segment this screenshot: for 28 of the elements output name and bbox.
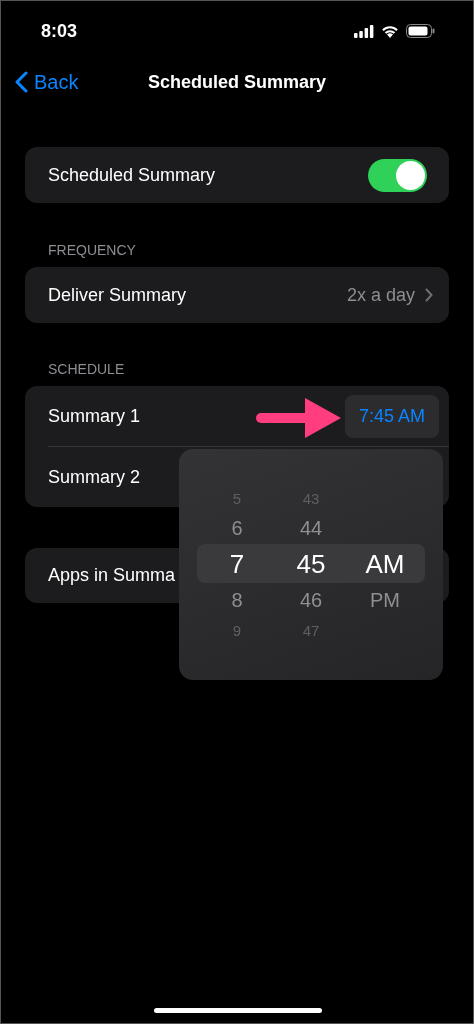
picker-value[interactable]: AM <box>348 543 422 585</box>
deliver-summary-row[interactable]: Deliver Summary 2x a day <box>25 267 449 323</box>
row-value: 2x a day <box>346 284 415 306</box>
picker-value[interactable]: 44 <box>274 513 348 543</box>
section-header: SCHEDULE <box>47 361 126 377</box>
status-time: 8:03 <box>41 20 78 42</box>
page-title: Scheduled Summary <box>147 71 327 93</box>
time-button[interactable]: 7:45 AM <box>344 395 439 438</box>
back-button[interactable]: Back <box>15 70 79 94</box>
row-label: Apps in Summa <box>48 565 176 586</box>
picker-value[interactable]: 8 <box>200 585 274 615</box>
picker-value[interactable]: PM <box>348 585 422 615</box>
wifi-icon <box>381 24 399 38</box>
chevron-left-icon <box>15 71 28 93</box>
picker-value[interactable]: 7 <box>200 543 274 585</box>
picker-value[interactable]: 45 <box>274 543 348 585</box>
battery-icon <box>406 24 435 38</box>
picker-value[interactable]: 46 <box>274 585 348 615</box>
toggle-switch[interactable] <box>368 158 427 192</box>
row-label: Summary 1 <box>48 406 141 427</box>
chevron-right-icon <box>425 288 433 302</box>
picker-value[interactable]: 47 <box>274 615 348 645</box>
row-label: Summary 2 <box>48 466 141 488</box>
signal-icon <box>354 24 374 38</box>
row-label: Deliver Summary <box>48 284 187 306</box>
picker-value[interactable]: 6 <box>200 513 274 543</box>
row-label: Scheduled Summary <box>48 164 216 186</box>
section-header: FREQUENCY <box>47 242 137 258</box>
